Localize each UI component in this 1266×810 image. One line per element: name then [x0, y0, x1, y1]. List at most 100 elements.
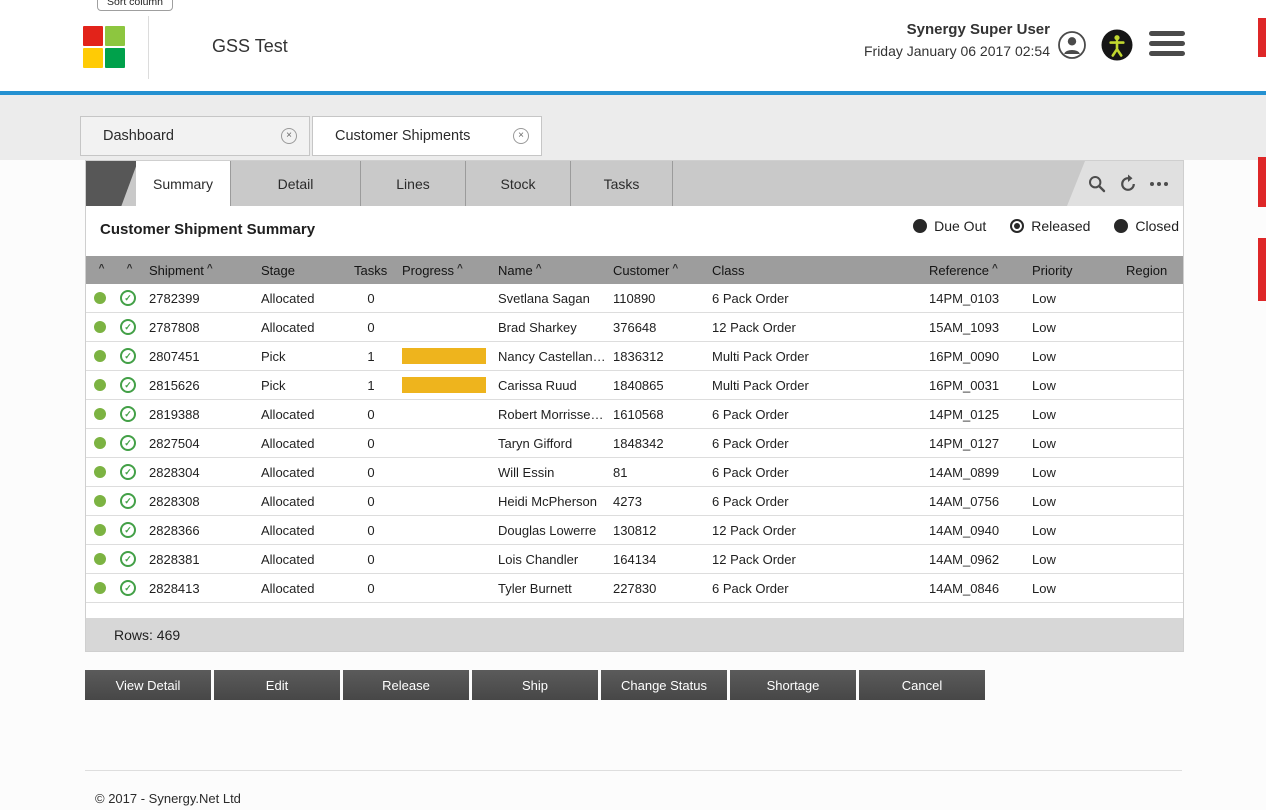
shipment-row[interactable]: ✓ 2828304 Allocated 0 Will Essin 81 6 Pa…	[86, 458, 1183, 487]
status-cell	[86, 437, 114, 449]
cell-customer: 376648	[606, 320, 705, 335]
column-header[interactable]: Progress ^	[395, 256, 491, 284]
strip-toolbar	[1067, 161, 1183, 206]
radio-icon[interactable]	[1114, 219, 1128, 233]
action-button[interactable]: Change Status	[601, 670, 727, 700]
document-tab[interactable]: Dashboard ×	[80, 116, 310, 156]
document-tab[interactable]: Customer Shipments ×	[312, 116, 542, 156]
cell-tasks: 0	[347, 494, 395, 509]
shipment-row[interactable]: ✓ 2782399 Allocated 0 Svetlana Sagan 110…	[86, 284, 1183, 313]
cell-name: Lois Chandler	[491, 552, 606, 567]
cell-class: 6 Pack Order	[705, 465, 922, 480]
column-header[interactable]: Region ^	[1119, 256, 1183, 284]
shipment-row[interactable]: ✓ 2828308 Allocated 0 Heidi McPherson 42…	[86, 487, 1183, 516]
cell-name: Tyler Burnett	[491, 581, 606, 596]
column-header[interactable]: Shipment ^	[142, 256, 254, 284]
cell-progress	[395, 406, 491, 422]
shipment-row[interactable]: ✓ 2807451 Pick 1 Nancy Castellanos 18363…	[86, 342, 1183, 371]
user-profile-icon[interactable]	[1057, 30, 1087, 60]
check-cell: ✓	[114, 377, 142, 393]
status-dot-icon	[94, 321, 106, 333]
cell-name: Carissa Ruud	[491, 378, 606, 393]
column-header[interactable]: Stage ^	[254, 256, 347, 284]
column-header[interactable]: Tasks ^	[347, 256, 395, 284]
column-header[interactable]: Name ^	[491, 256, 606, 284]
column-label: Class	[712, 263, 745, 278]
copyright: © 2017 - Synergy.Net Ltd	[95, 791, 241, 806]
menu-icon[interactable]	[1149, 31, 1185, 56]
cell-shipment: 2787808	[142, 320, 254, 335]
radio-icon[interactable]	[1010, 219, 1024, 233]
status-dot-icon	[94, 524, 106, 536]
check-cell: ✓	[114, 319, 142, 335]
column-header[interactable]: Class ^	[705, 256, 922, 284]
radio-icon[interactable]	[913, 219, 927, 233]
cell-stage: Allocated	[254, 320, 347, 335]
column-label: Stage	[261, 263, 295, 278]
column-header[interactable]: Reference ^	[922, 256, 1025, 284]
shipment-row[interactable]: ✓ 2827504 Allocated 0 Taryn Gifford 1848…	[86, 429, 1183, 458]
cell-shipment: 2828308	[142, 494, 254, 509]
cell-stage: Allocated	[254, 465, 347, 480]
refresh-icon[interactable]	[1117, 173, 1139, 195]
cell-priority: Low	[1025, 291, 1119, 306]
action-bar: View Detail Edit Release Ship Change Sta…	[85, 670, 985, 700]
datetime: Friday January 06 2017 02:54	[864, 43, 1050, 59]
shipment-row[interactable]: ✓ 2828413 Allocated 0 Tyler Burnett 2278…	[86, 574, 1183, 603]
view-tab[interactable]: Detail	[231, 161, 361, 206]
cell-reference: 14AM_0756	[922, 494, 1025, 509]
more-options-icon[interactable]	[1148, 173, 1170, 195]
column-header[interactable]: Customer ^	[606, 256, 705, 284]
cell-class: Multi Pack Order	[705, 378, 922, 393]
cell-priority: Low	[1025, 349, 1119, 364]
shipment-row[interactable]: ✓ 2828366 Allocated 0 Douglas Lowerre 13…	[86, 516, 1183, 545]
synergy-logo-icon	[83, 26, 125, 68]
cell-priority: Low	[1025, 378, 1119, 393]
cell-name: Svetlana Sagan	[491, 291, 606, 306]
cell-customer: 164134	[606, 552, 705, 567]
column-header[interactable]: ^	[86, 256, 114, 284]
cell-tasks: 0	[347, 465, 395, 480]
shipment-row[interactable]: ✓ 2819388 Allocated 0 Robert Morrissey… …	[86, 400, 1183, 429]
cell-stage: Allocated	[254, 523, 347, 538]
action-button[interactable]: Shortage	[730, 670, 856, 700]
cell-customer: 110890	[606, 291, 705, 306]
status-cell	[86, 292, 114, 304]
tab-close-icon[interactable]: ×	[513, 128, 529, 144]
view-tab[interactable]: Tasks	[571, 161, 673, 206]
column-label: Customer	[613, 263, 669, 278]
shipment-row[interactable]: ✓ 2787808 Allocated 0 Brad Sharkey 37664…	[86, 313, 1183, 342]
footer-divider	[85, 770, 1182, 771]
shipment-row[interactable]: ✓ 2828381 Allocated 0 Lois Chandler 1641…	[86, 545, 1183, 574]
view-tab[interactable]: Summary	[136, 161, 231, 206]
tab-close-icon[interactable]: ×	[281, 128, 297, 144]
action-button[interactable]: Edit	[214, 670, 340, 700]
column-header[interactable]: Priority ^	[1025, 256, 1119, 284]
cell-priority: Low	[1025, 436, 1119, 451]
cell-priority: Low	[1025, 494, 1119, 509]
check-cell: ✓	[114, 435, 142, 451]
check-icon: ✓	[120, 377, 136, 393]
filter-label: Released	[1031, 218, 1090, 234]
accessibility-icon[interactable]	[1101, 29, 1133, 61]
search-icon[interactable]	[1086, 173, 1108, 195]
view-tab-label: Tasks	[604, 176, 640, 192]
action-button[interactable]: Release	[343, 670, 469, 700]
action-button[interactable]: View Detail	[85, 670, 211, 700]
view-tab[interactable]: Stock	[466, 161, 571, 206]
sort-column-button[interactable]: Sort column	[97, 0, 173, 11]
status-cell	[86, 466, 114, 478]
edge-ribbon	[1258, 157, 1266, 207]
cell-tasks: 0	[347, 291, 395, 306]
document-tab-label: Dashboard	[103, 128, 174, 144]
view-tab-label: Stock	[500, 176, 535, 192]
check-icon: ✓	[120, 551, 136, 567]
column-header[interactable]: ^	[114, 256, 142, 284]
action-button[interactable]: Ship	[472, 670, 598, 700]
view-tab[interactable]: Lines	[361, 161, 466, 206]
cell-reference: 14PM_0125	[922, 407, 1025, 422]
cell-stage: Allocated	[254, 552, 347, 567]
check-icon: ✓	[120, 348, 136, 364]
action-button[interactable]: Cancel	[859, 670, 985, 700]
shipment-row[interactable]: ✓ 2815626 Pick 1 Carissa Ruud 1840865 Mu…	[86, 371, 1183, 400]
